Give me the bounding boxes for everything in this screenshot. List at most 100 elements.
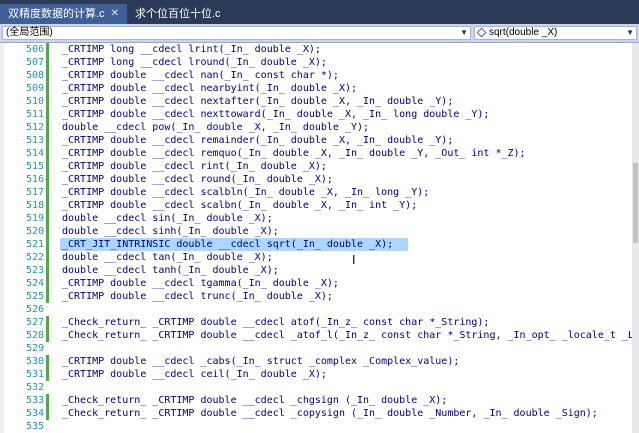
code-text: _CRTIMP double __cdecl scalbln(_In_ doub… <box>62 187 430 198</box>
code-text: _CRTIMP long __cdecl lround(_In_ double … <box>62 57 327 68</box>
code-text: _CRTIMP double __cdecl trunc(_In_ double… <box>62 291 333 302</box>
line-number: 508 <box>25 70 44 81</box>
line-number: 526 <box>25 304 44 315</box>
code-text: _CRTIMP double __cdecl round(_In_ double… <box>62 174 333 185</box>
code-line[interactable]: 506 _CRTIMP long __cdecl lrint(_In_ doubl… <box>0 43 632 56</box>
tab-label: 双精度数据的计算.c <box>8 8 105 20</box>
line-number: 514 <box>25 148 44 159</box>
code-text: _CRTIMP double __cdecl _cabs(_In_ struct… <box>62 356 460 367</box>
code-editor[interactable]: 506 _CRTIMP long __cdecl lrint(_In_ doubl… <box>0 43 632 433</box>
line-number: 530 <box>25 356 44 367</box>
navigation-bar: (全局范围) ▼ sqrt(double _X) ▼ <box>0 24 639 43</box>
line-number: 509 <box>25 83 44 94</box>
code-line[interactable]: 521 _CRT_JIT_INTRINSIC double __cdecl sqr… <box>0 238 632 251</box>
code-line[interactable]: 517 _CRTIMP double __cdecl scalbln(_In_ d… <box>0 186 632 199</box>
code-text: _Check_return_ _CRTIMP double __cdecl _a… <box>62 330 632 341</box>
code-line[interactable]: 534 _Check_return_ _CRTIMP double __cdecl… <box>0 407 632 420</box>
code-text: _CRTIMP double __cdecl ceil(_In_ double … <box>62 369 327 380</box>
scrollbar-thumb[interactable] <box>633 163 638 243</box>
code-line[interactable]: 513 _CRTIMP double __cdecl remainder(_In_… <box>0 134 632 147</box>
code-line[interactable]: 535 <box>0 420 632 433</box>
line-number: 523 <box>25 265 44 276</box>
code-line[interactable]: 526 <box>0 303 632 316</box>
code-line[interactable]: 516 _CRTIMP double __cdecl round(_In_ dou… <box>0 173 632 186</box>
line-number: 515 <box>25 161 44 172</box>
code-text: _CRTIMP double __cdecl rint(_In_ double … <box>62 161 327 172</box>
code-line[interactable]: 531 _CRTIMP double __cdecl ceil(_In_ doub… <box>0 368 632 381</box>
code-line[interactable]: 528 _Check_return_ _CRTIMP double __cdecl… <box>0 329 632 342</box>
line-number: 516 <box>25 174 44 185</box>
line-number: 525 <box>25 291 44 302</box>
line-number: 513 <box>25 135 44 146</box>
code-text: _CRTIMP double __cdecl remainder(_In_ do… <box>62 135 454 146</box>
code-text: double __cdecl tan(_In_ double _X); <box>62 252 273 263</box>
code-text: double __cdecl sinh(_In_ double _X); <box>62 226 279 237</box>
change-indicator <box>46 355 49 381</box>
code-line[interactable]: 529 <box>0 342 632 355</box>
code-line[interactable]: 514 _CRTIMP double __cdecl remquo(_In_ do… <box>0 147 632 160</box>
line-number: 532 <box>25 382 44 393</box>
line-number: 506 <box>25 44 44 55</box>
change-indicator <box>46 316 49 342</box>
code-text: _CRTIMP double __cdecl nan(_In_ const ch… <box>62 70 339 81</box>
code-text: _Check_return_ _CRTIMP double __cdecl at… <box>62 317 490 328</box>
scope-dropdown[interactable]: (全局范围) ▼ <box>2 26 471 40</box>
code-text: _CRTIMP double __cdecl remquo(_In_ doubl… <box>62 148 526 159</box>
vertical-scrollbar[interactable] <box>632 43 639 433</box>
line-number: 519 <box>25 213 44 224</box>
code-line[interactable]: 533 _Check_return_ _CRTIMP double __cdecl… <box>0 394 632 407</box>
line-number: 511 <box>25 109 44 120</box>
document-tab-bar: 双精度数据的计算.c ✕ 求个位百位十位.c <box>0 0 639 24</box>
member-dropdown[interactable]: sqrt(double _X) ▼ <box>474 26 637 40</box>
line-number: 524 <box>25 278 44 289</box>
line-number: 520 <box>25 226 44 237</box>
code-text: double __cdecl pow(_In_ double _X, _In_ … <box>62 122 370 133</box>
chevron-down-icon[interactable]: ▼ <box>460 27 468 39</box>
code-text: double __cdecl tanh(_In_ double _X); <box>62 265 279 276</box>
code-line[interactable]: 507 _CRTIMP long __cdecl lround(_In_ doub… <box>0 56 632 69</box>
line-number: 531 <box>25 369 44 380</box>
line-number: 521 <box>25 239 44 250</box>
code-text: _CRTIMP double __cdecl nextafter(_In_ do… <box>62 96 454 107</box>
code-text: _CRTIMP double __cdecl nexttoward(_In_ d… <box>62 109 490 120</box>
line-number: 527 <box>25 317 44 328</box>
code-line[interactable]: 518 _CRTIMP double __cdecl scalbn(_In_ do… <box>0 199 632 212</box>
code-text: double __cdecl sin(_In_ double _X); <box>62 213 273 224</box>
line-number: 533 <box>25 395 44 406</box>
code-line[interactable]: 524 _CRTIMP double __cdecl tgamma(_In_ do… <box>0 277 632 290</box>
code-text: _Check_return_ _CRTIMP double __cdecl _c… <box>62 395 448 406</box>
member-value: sqrt(double _X) <box>489 27 558 38</box>
code-line[interactable]: 522 double __cdecl tan(_In_ double _X); <box>0 251 632 264</box>
code-line[interactable]: 530 _CRTIMP double __cdecl _cabs(_In_ str… <box>0 355 632 368</box>
code-line[interactable]: 532 <box>0 381 632 394</box>
code-text: _CRTIMP double __cdecl nearbyint(_In_ do… <box>62 83 358 94</box>
code-line[interactable]: 527 _Check_return_ _CRTIMP double __cdecl… <box>0 316 632 329</box>
line-number: 512 <box>25 122 44 133</box>
close-icon[interactable]: ✕ <box>111 4 119 24</box>
line-number: 528 <box>25 330 44 341</box>
line-number: 535 <box>25 421 44 432</box>
tab-label: 求个位百位十位.c <box>134 8 221 20</box>
chevron-down-icon[interactable]: ▼ <box>626 27 634 39</box>
line-number: 534 <box>25 408 44 419</box>
code-line[interactable]: 519 double __cdecl sin(_In_ double _X); <box>0 212 632 225</box>
code-line[interactable]: 511 _CRTIMP double __cdecl nexttoward(_In… <box>0 108 632 121</box>
line-number: 507 <box>25 57 44 68</box>
function-icon <box>476 27 487 38</box>
code-line[interactable]: 508 _CRTIMP double __cdecl nan(_In_ const… <box>0 69 632 82</box>
code-text: _CRTIMP double __cdecl tgamma(_In_ doubl… <box>62 278 339 289</box>
code-line[interactable]: 509 _CRTIMP double __cdecl nearbyint(_In_… <box>0 82 632 95</box>
code-line[interactable]: 510 _CRTIMP double __cdecl nextafter(_In_… <box>0 95 632 108</box>
line-number: 517 <box>25 187 44 198</box>
code-text: _CRTIMP double __cdecl scalbn(_In_ doubl… <box>62 200 418 211</box>
code-line[interactable]: 523 double __cdecl tanh(_In_ double _X); <box>0 264 632 277</box>
line-number: 518 <box>25 200 44 211</box>
scope-value: (全局范围) <box>6 27 53 38</box>
code-line[interactable]: 515 _CRTIMP double __cdecl rint(_In_ doub… <box>0 160 632 173</box>
code-line[interactable]: 525 _CRTIMP double __cdecl trunc(_In_ dou… <box>0 290 632 303</box>
code-line[interactable]: 512 double __cdecl pow(_In_ double _X, _I… <box>0 121 632 134</box>
tab-double-calc[interactable]: 双精度数据的计算.c ✕ <box>0 4 127 24</box>
code-line[interactable]: 520 double __cdecl sinh(_In_ double _X); <box>0 225 632 238</box>
tab-digits[interactable]: 求个位百位十位.c <box>127 4 229 24</box>
line-number: 510 <box>25 96 44 107</box>
